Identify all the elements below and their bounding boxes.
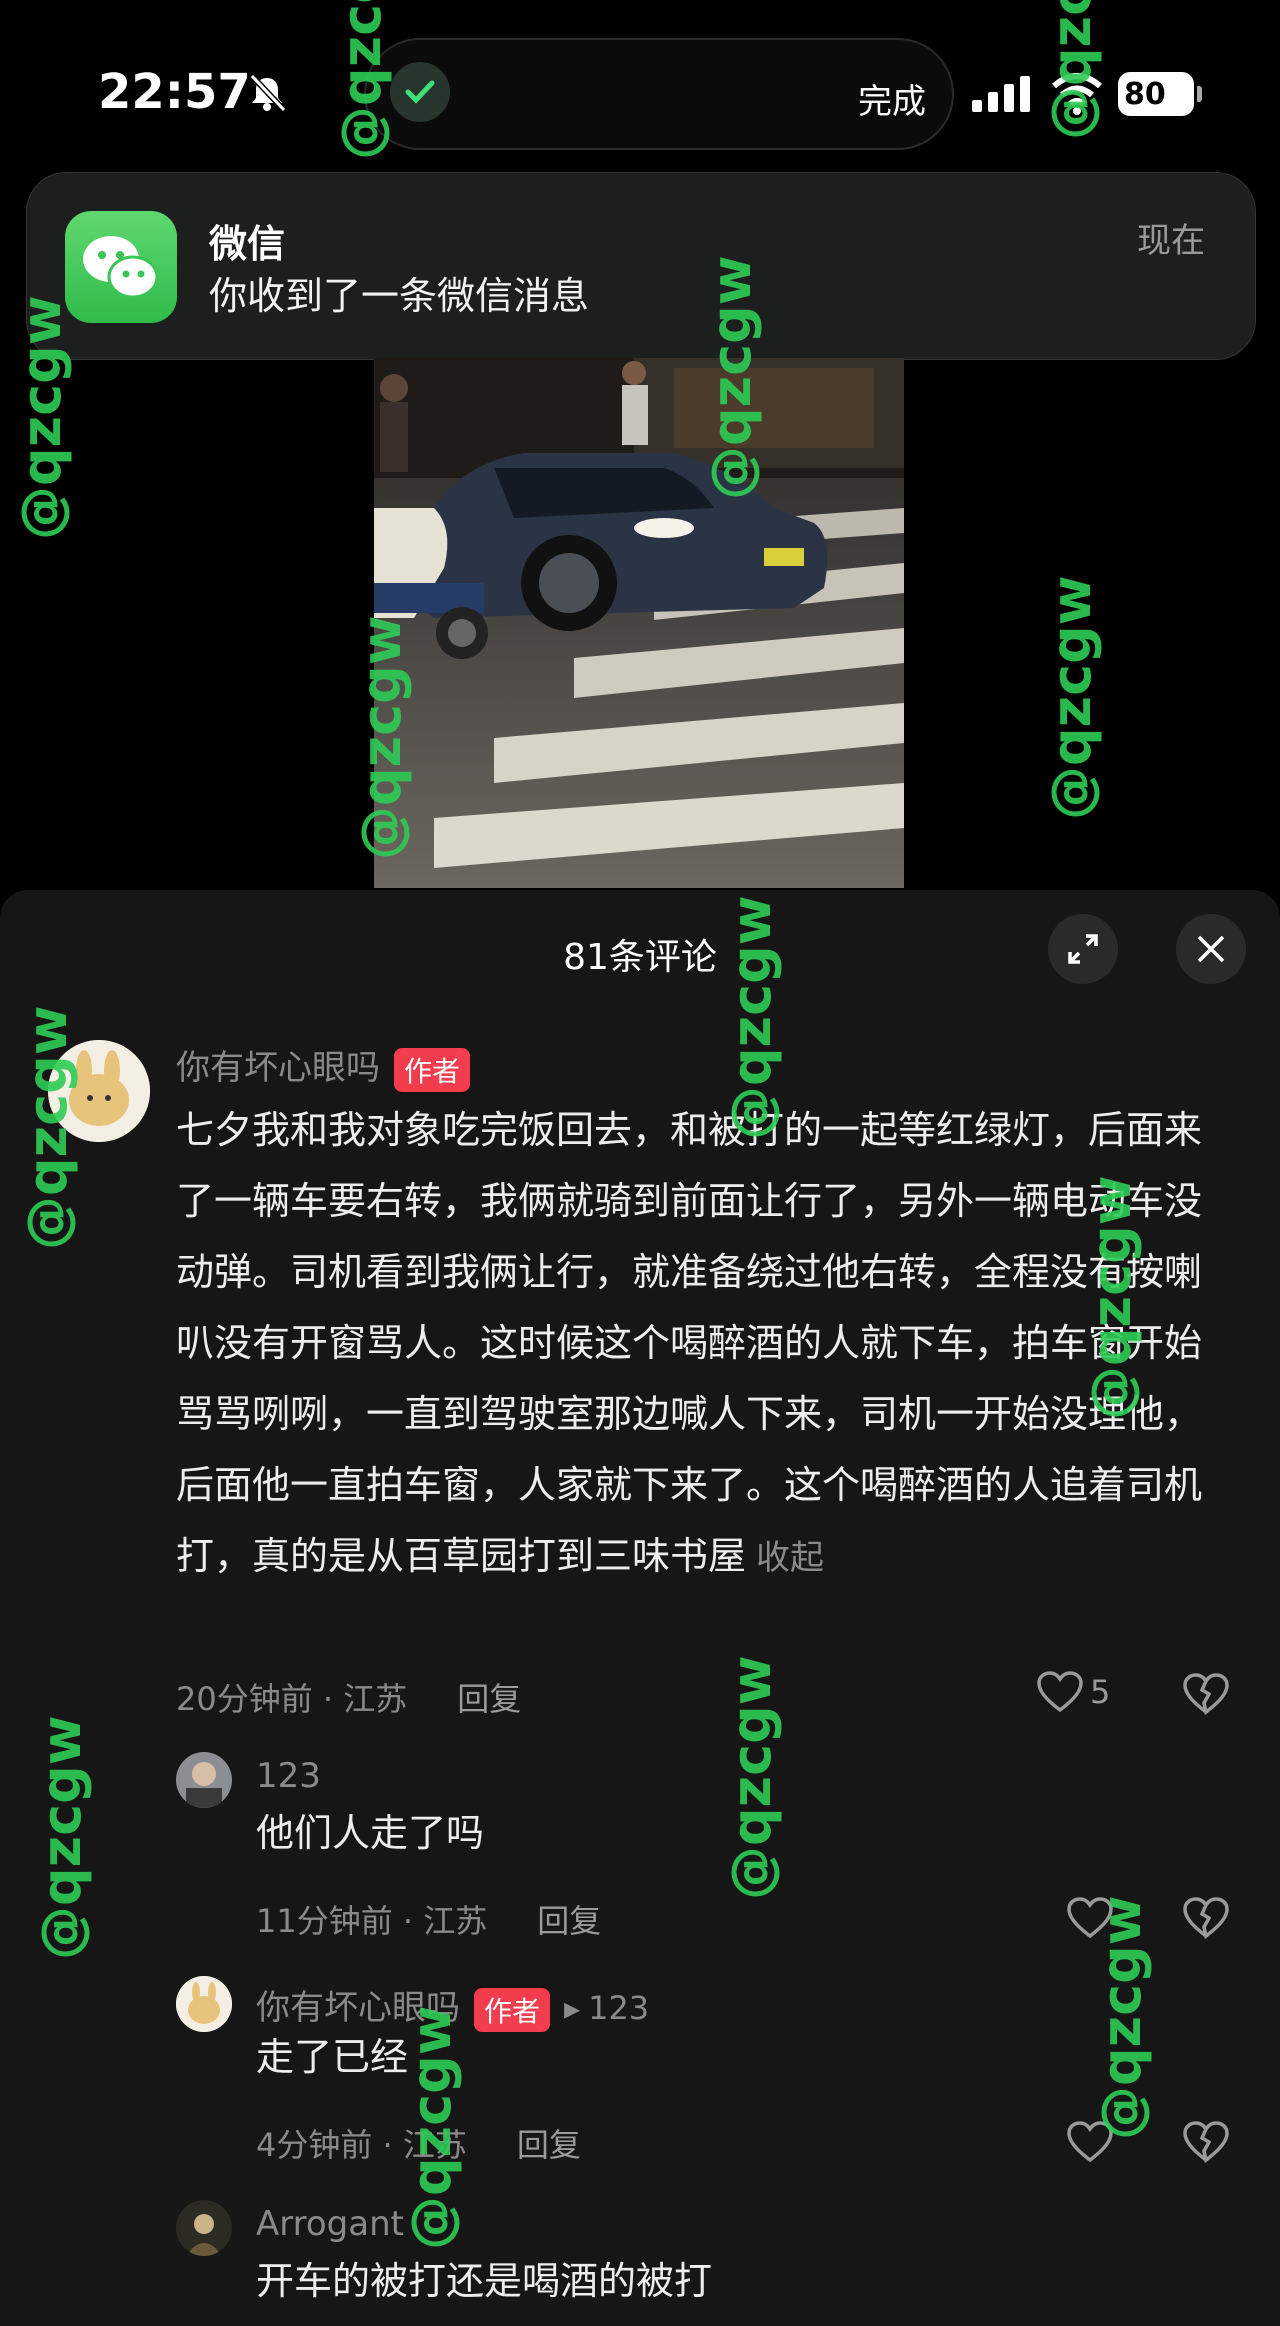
watermark: @qzcgw — [700, 255, 763, 500]
checkmark-icon — [390, 62, 450, 122]
comment-time-location: 11分钟前 · 江苏 — [256, 1902, 488, 1940]
like-button[interactable]: 5 — [1036, 1670, 1110, 1714]
wechat-app-icon — [65, 211, 177, 323]
watermark: @qzcgw — [1090, 1895, 1153, 2140]
comment-text: 开车的被打还是喝酒的被打 — [256, 2259, 713, 2303]
comment-time-location: 20分钟前 · 江苏 — [176, 1680, 408, 1718]
notification-message: 你收到了一条微信消息 — [209, 274, 590, 318]
reply-to-user[interactable]: 123 — [588, 1989, 649, 2027]
comment-body: 七夕我和我对象吃完饭回去，和被打的一起等红绿灯，后面来了一辆车要右转，我俩就骑到… — [176, 1108, 1203, 1578]
battery-indicator: 80 — [1118, 72, 1202, 116]
battery-level: 80 — [1124, 76, 1166, 112]
like-count: 5 — [1090, 1673, 1111, 1711]
reply-button[interactable]: 回复 — [537, 1902, 601, 1940]
status-time: 22:57 — [98, 64, 251, 120]
author-badge: 作者 — [474, 1987, 551, 2032]
avatar[interactable] — [176, 2200, 232, 2256]
close-icon — [1197, 935, 1225, 963]
dynamic-island[interactable]: 完成 — [364, 38, 954, 150]
comment-username[interactable]: 你有坏心眼吗 作者 — [176, 1040, 471, 1092]
reply-button[interactable]: 回复 — [457, 1680, 521, 1718]
watermark: @qzcgw — [30, 1715, 93, 1960]
comment-meta: 11分钟前 · 江苏 回复 — [256, 1896, 601, 1942]
author-badge: 作者 — [394, 1047, 471, 1092]
expand-button[interactable] — [1048, 914, 1118, 984]
watermark: @qzcgw — [400, 2005, 463, 2250]
watermark: @qzcgw — [10, 295, 73, 540]
comment-username[interactable]: Arrogant — [256, 2204, 404, 2244]
comment-meta: 20分钟前 · 江苏 回复 — [176, 1674, 521, 1720]
heart-icon — [1037, 1671, 1083, 1713]
watermark: @qzcgw — [330, 0, 393, 160]
broken-heart-icon[interactable] — [1182, 2120, 1230, 2164]
broken-heart-icon[interactable] — [1182, 1672, 1230, 1716]
watermark: @qzcgw — [720, 1655, 783, 1900]
video-frame[interactable] — [374, 358, 904, 888]
wechat-notification[interactable]: 微信 你收到了一条微信消息 现在 — [26, 172, 1256, 360]
comment-username[interactable]: 123 — [256, 1756, 321, 1796]
comment-text: 七夕我和我对象吃完饭回去，和被打的一起等红绿灯，后面来了一辆车要右转，我俩就骑到… — [176, 1095, 1206, 1594]
watermark: @qzcgw — [1040, 0, 1103, 140]
avatar[interactable] — [176, 1752, 232, 1808]
username-text[interactable]: 你有坏心眼吗 — [176, 1048, 380, 1088]
comment-text: 走了已经 — [256, 2035, 409, 2079]
reply-to-arrow-icon: ▸ — [564, 1989, 581, 2027]
notification-time: 现在 — [1137, 221, 1205, 261]
bell-muted-icon — [249, 73, 287, 113]
expand-icon — [1068, 934, 1098, 964]
cellular-signal-icon — [972, 76, 1030, 112]
watermark: @qzcgw — [16, 1005, 79, 1250]
watermark: @qzcgw — [350, 615, 413, 860]
close-button[interactable] — [1176, 914, 1246, 984]
notification-app-name: 微信 — [209, 222, 286, 266]
island-done-label[interactable]: 完成 — [858, 74, 926, 123]
collapse-link[interactable]: 收起 — [756, 1538, 824, 1578]
broken-heart-icon[interactable] — [1182, 1896, 1230, 1940]
street-scene-image — [374, 358, 904, 868]
watermark: @qzcgw — [720, 895, 783, 1140]
watermark: @qzcgw — [1040, 575, 1103, 820]
watermark: @qzcgw — [1080, 1175, 1143, 1420]
comment-text: 他们人走了吗 — [256, 1811, 485, 1855]
reply-button[interactable]: 回复 — [517, 2126, 581, 2164]
comments-panel: 81条评论 你有坏心眼吗 作者 七夕我和我对象吃完饭回去，和被打的一起等红绿灯，后… — [0, 890, 1280, 2326]
avatar[interactable] — [176, 1976, 232, 2032]
